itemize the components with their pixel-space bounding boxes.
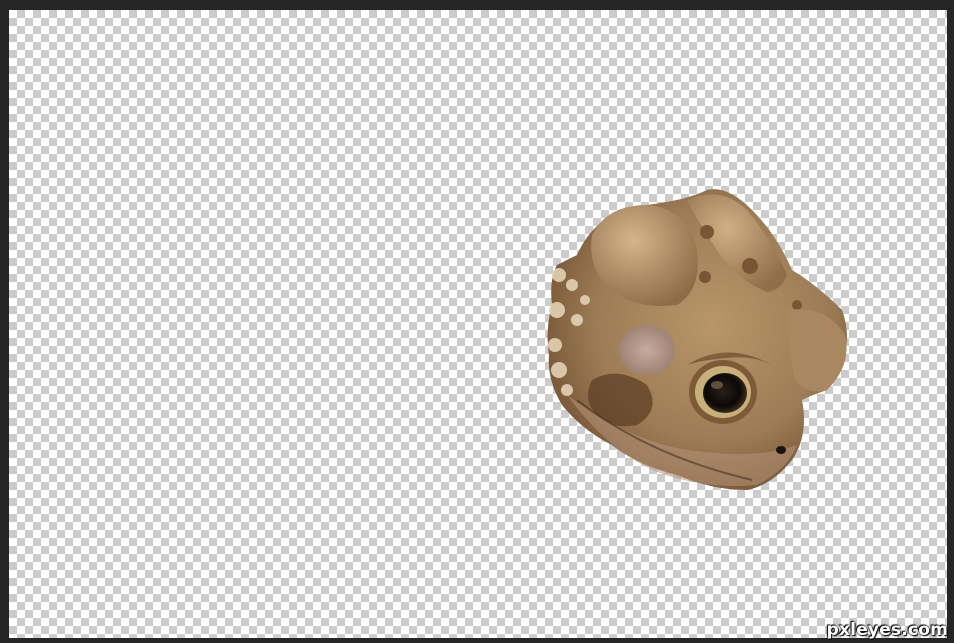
document-canvas[interactable]	[9, 10, 947, 638]
watermark-text: pxleyes.com	[826, 620, 948, 640]
eye	[689, 360, 757, 424]
nostril	[776, 446, 786, 454]
toad-head-image	[547, 189, 847, 490]
editor-frame: pxleyes.com	[0, 0, 954, 643]
cheek-patch	[619, 325, 675, 375]
